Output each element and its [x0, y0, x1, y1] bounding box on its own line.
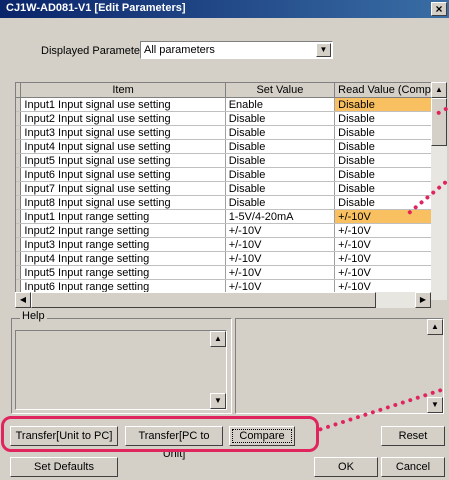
table-row[interactable]: Input5 Input signal use setting Disable Di…	[16, 153, 445, 168]
cell-set-value[interactable]: Enable	[225, 97, 336, 112]
cell-set-value[interactable]: Disable	[225, 195, 336, 210]
help-scroll-down-icon[interactable]: ▼	[210, 393, 226, 409]
column-header-item[interactable]: Item	[20, 83, 226, 98]
scroll-left-icon[interactable]: ◀	[15, 292, 31, 308]
cell-read-value: Disable	[334, 139, 445, 154]
cell-set-value[interactable]: Disable	[225, 125, 336, 140]
displayed-parameter-select[interactable]: All parameters ▼	[140, 41, 333, 59]
chevron-down-icon[interactable]: ▼	[316, 43, 331, 57]
table-row[interactable]: Input6 Input signal use setting Disable Di…	[16, 167, 445, 182]
grid-horizontal-scrollbar[interactable]: ◀ ▶	[15, 292, 431, 308]
cell-set-value[interactable]: Disable	[225, 181, 336, 196]
table-row[interactable]: Input8 Input signal use setting Disable Di…	[16, 195, 445, 210]
edit-parameters-window: CJ1W-AD081-V1 [Edit Parameters] × Displa…	[0, 0, 449, 480]
cell-set-value[interactable]: +/-10V	[225, 265, 336, 280]
table-header-row: Item Set Value Read Value (Comp	[16, 83, 445, 98]
vertical-scroll-thumb[interactable]	[431, 98, 447, 146]
cell-set-value[interactable]: 1-5V/4-20mA	[225, 209, 336, 224]
table-row[interactable]: Input4 Input range setting +/-10V +/-10V	[16, 251, 445, 266]
column-header-set-value[interactable]: Set Value	[225, 83, 336, 98]
cell-item: Input4 Input range setting	[20, 251, 226, 266]
cell-set-value[interactable]: Disable	[225, 153, 336, 168]
ok-button[interactable]: OK	[314, 457, 378, 477]
help-text-area: ▲ ▼	[15, 330, 227, 410]
cell-read-value: Disable	[334, 111, 445, 126]
close-icon[interactable]: ×	[431, 2, 447, 16]
cell-read-value: Disable	[334, 167, 445, 182]
cancel-button[interactable]: Cancel	[381, 457, 445, 477]
cell-set-value[interactable]: +/-10V	[225, 237, 336, 252]
cell-read-value: +/-10V	[334, 209, 445, 224]
cell-item: Input3 Input signal use setting	[20, 125, 226, 140]
cell-read-value: Disable	[334, 97, 445, 112]
column-header-read-value[interactable]: Read Value (Comp	[334, 83, 445, 98]
cell-item: Input8 Input signal use setting	[20, 195, 226, 210]
cell-item: Input1 Input signal use setting	[20, 97, 226, 112]
cell-item: Input6 Input signal use setting	[20, 167, 226, 182]
cell-item: Input3 Input range setting	[20, 237, 226, 252]
cell-item: Input5 Input signal use setting	[20, 153, 226, 168]
window-title: CJ1W-AD081-V1 [Edit Parameters]	[6, 2, 186, 14]
title-bar: CJ1W-AD081-V1 [Edit Parameters] ×	[0, 0, 449, 18]
displayed-parameter-label: Displayed Parameter	[41, 45, 144, 57]
horizontal-scroll-thumb[interactable]	[31, 292, 376, 308]
cell-item: Input4 Input signal use setting	[20, 139, 226, 154]
transfer-buttons-highlight	[1, 416, 319, 452]
cell-read-value: Disable	[334, 153, 445, 168]
cell-read-value: +/-10V	[334, 223, 445, 238]
cell-set-value[interactable]: +/-10V	[225, 251, 336, 266]
description-scroll-up-icon[interactable]: ▲	[427, 319, 443, 335]
cell-set-value[interactable]: +/-10V	[225, 223, 336, 238]
table-row[interactable]: Input2 Input range setting +/-10V +/-10V	[16, 223, 445, 238]
cell-item: Input7 Input signal use setting	[20, 181, 226, 196]
cell-set-value[interactable]: Disable	[225, 139, 336, 154]
displayed-parameter-value: All parameters	[144, 44, 215, 56]
cell-read-value: Disable	[334, 125, 445, 140]
cell-item: Input5 Input range setting	[20, 265, 226, 280]
reset-button[interactable]: Reset	[381, 426, 445, 446]
table-row[interactable]: Input1 Input signal use setting Enable Dis…	[16, 97, 445, 112]
cell-set-value[interactable]: Disable	[225, 111, 336, 126]
cell-set-value[interactable]: Disable	[225, 167, 336, 182]
table-row[interactable]: Input5 Input range setting +/-10V +/-10V	[16, 265, 445, 280]
cell-read-value: +/-10V	[334, 251, 445, 266]
set-defaults-button[interactable]: Set Defaults	[10, 457, 118, 477]
table-row[interactable]: Input2 Input signal use setting Disable Di…	[16, 111, 445, 126]
cell-read-value: +/-10V	[334, 237, 445, 252]
cell-item: Input2 Input signal use setting	[20, 111, 226, 126]
description-scroll-down-icon[interactable]: ▼	[427, 397, 443, 413]
scroll-up-icon[interactable]: ▲	[431, 82, 447, 98]
table-row[interactable]: Input1 Input range setting 1-5V/4-20mA +/-…	[16, 209, 445, 224]
table-body: Input1 Input signal use setting Enable Dis…	[16, 97, 445, 294]
parameter-table: Item Set Value Read Value (Comp Input1 I…	[16, 83, 445, 294]
cell-read-value: +/-10V	[334, 265, 445, 280]
parameter-grid: Item Set Value Read Value (Comp Input1 I…	[15, 82, 446, 300]
table-row[interactable]: Input3 Input signal use setting Disable Di…	[16, 125, 445, 140]
help-label: Help	[20, 310, 47, 322]
cell-item: Input2 Input range setting	[20, 223, 226, 238]
table-row[interactable]: Input7 Input signal use setting Disable Di…	[16, 181, 445, 196]
help-scroll-up-icon[interactable]: ▲	[210, 331, 226, 347]
scroll-right-icon[interactable]: ▶	[415, 292, 431, 308]
table-row[interactable]: Input4 Input signal use setting Disable Di…	[16, 139, 445, 154]
cell-item: Input1 Input range setting	[20, 209, 226, 224]
table-row[interactable]: Input3 Input range setting +/-10V +/-10V	[16, 237, 445, 252]
